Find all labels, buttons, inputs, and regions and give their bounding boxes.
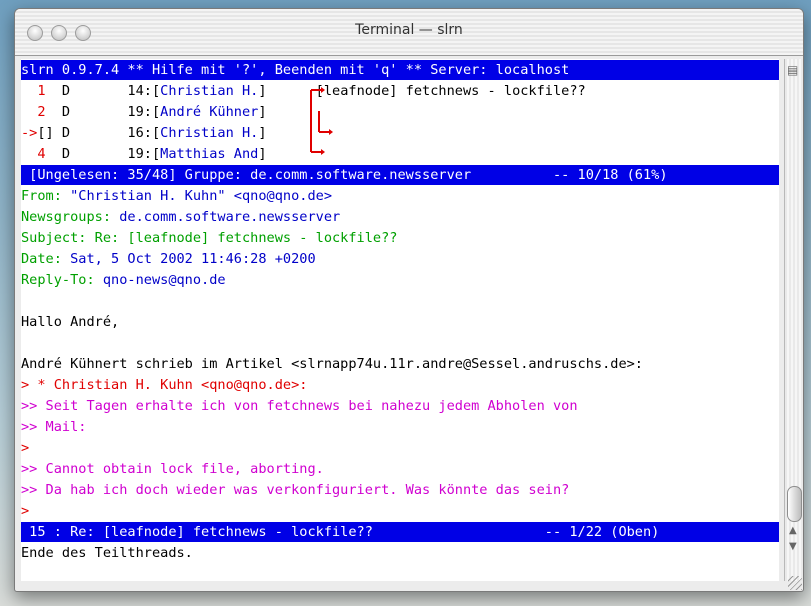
- terminal-line: ->[] D 16:[Christian H.]: [21, 123, 779, 143]
- text-segment: Christian H.: [160, 125, 259, 141]
- text-segment: From:: [21, 188, 71, 204]
- vertical-scrollbar[interactable]: ▤ ▲ ▼: [784, 59, 803, 581]
- text-segment: Subject: Re: [leafnode] fetchnews - lock…: [21, 230, 398, 246]
- text-segment: "Christian H. Kuhn" <qno@qno.de>: [70, 188, 333, 204]
- terminal-line: >> Mail:: [21, 417, 779, 437]
- text-segment: >> Da hab ich doch wieder was verkonfigu…: [21, 482, 570, 498]
- text-segment: Date:: [21, 251, 71, 267]
- text-segment: Sat, 5 Oct 2002 11:46:28 +0200: [70, 251, 316, 267]
- scroll-thumb[interactable]: [787, 486, 802, 522]
- terminal-line: From: "Christian H. Kuhn" <qno@qno.de>: [21, 186, 779, 206]
- text-segment: >> Cannot obtain lock file, aborting.: [21, 461, 324, 477]
- text-segment: D 19:[: [45, 146, 161, 162]
- text-segment: 4: [21, 146, 46, 162]
- terminal-line: >> Seit Tagen erhalte ich von fetchnews …: [21, 396, 779, 416]
- terminal-line: André Kühnert schrieb im Artikel <slrnap…: [21, 354, 779, 374]
- text-segment: >: [21, 503, 30, 519]
- terminal-line: Reply-To: qno-news@qno.de: [21, 270, 779, 290]
- resize-grip-icon[interactable]: [788, 576, 802, 590]
- text-segment: ]: [258, 146, 267, 162]
- text-segment: ] [leafnode] fetchnews - lockfile??: [258, 83, 586, 99]
- terminal-line: >> Da hab ich doch wieder was verkonfigu…: [21, 480, 779, 500]
- text-segment: André Kühner: [160, 104, 259, 120]
- terminal-line: Subject: Re: [leafnode] fetchnews - lock…: [21, 228, 779, 248]
- text-segment: Ende des Teilthreads.: [21, 545, 193, 561]
- text-segment: 15 : Re: [leafnode] fetchnews - lockfile…: [21, 524, 660, 540]
- text-segment: D 14:[: [45, 83, 161, 99]
- terminal-line: >: [21, 438, 779, 458]
- terminal-line: >> Cannot obtain lock file, aborting.: [21, 459, 779, 479]
- text-segment: >> Seit Tagen erhalte ich von fetchnews …: [21, 398, 578, 414]
- text-segment: Christian H.: [160, 83, 259, 99]
- terminal-line: 2 D 19:[André Kühner]: [21, 102, 779, 122]
- text-segment: [Ungelesen: 35/48] Gruppe: de.comm.softw…: [21, 167, 668, 183]
- terminal-line: Ende des Teilthreads.: [21, 543, 779, 563]
- text-segment: >> Mail:: [21, 419, 87, 435]
- text-segment: Matthias And: [160, 146, 259, 162]
- text-segment: de.comm.software.newsserver: [119, 209, 341, 225]
- terminal-line: Date: Sat, 5 Oct 2002 11:46:28 +0200: [21, 249, 779, 269]
- status-bar-line: 15 : Re: [leafnode] fetchnews - lockfile…: [21, 522, 779, 542]
- text-segment: 1: [21, 83, 46, 99]
- text-segment: D 19:[: [45, 104, 161, 120]
- text-segment: ]: [258, 125, 267, 141]
- window-title: Terminal — slrn: [355, 22, 463, 38]
- text-segment: Newsgroups:: [21, 209, 120, 225]
- terminal-line: 1 D 14:[Christian H.] [leafnode] fetchne…: [21, 81, 779, 101]
- text-segment: [] D 16:[: [37, 125, 161, 141]
- text-segment: ]: [258, 104, 267, 120]
- text-segment: slrn 0.9.7.4 ** Hilfe mit '?', Beenden m…: [21, 62, 570, 78]
- scroll-up-arrow-icon[interactable]: ▲: [789, 525, 797, 536]
- text-segment: qno-news@qno.de: [102, 272, 226, 288]
- thread-tree-graphic: [310, 87, 333, 155]
- text-segment: Reply-To:: [21, 272, 103, 288]
- text-segment: ->: [21, 125, 38, 141]
- terminal-window: Terminal — slrn slrn 0.9.7.4 ** Hilfe mi…: [14, 8, 804, 592]
- text-segment: > * Christian H. Kuhn <qno@qno.de>:: [21, 377, 308, 393]
- text-segment: >: [21, 440, 30, 456]
- title-bar[interactable]: Terminal — slrn: [15, 9, 803, 56]
- terminal-line: Newsgroups: de.comm.software.newsserver: [21, 207, 779, 227]
- text-segment: André Kühnert schrieb im Artikel <slrnap…: [21, 356, 643, 372]
- terminal-content[interactable]: slrn 0.9.7.4 ** Hilfe mit '?', Beenden m…: [21, 59, 779, 581]
- status-bar-line: slrn 0.9.7.4 ** Hilfe mit '?', Beenden m…: [21, 60, 779, 80]
- scroll-split-icon: ▤: [787, 63, 799, 77]
- text-segment: Hallo André,: [21, 314, 120, 330]
- text-segment: 2: [21, 104, 46, 120]
- terminal-line: > * Christian H. Kuhn <qno@qno.de>:: [21, 375, 779, 395]
- scroll-down-arrow-icon[interactable]: ▼: [789, 541, 797, 552]
- terminal-line: Hallo André,: [21, 312, 779, 332]
- terminal-line: 4 D 19:[Matthias And]: [21, 144, 779, 164]
- terminal-line: >: [21, 501, 779, 521]
- status-bar-line: [Ungelesen: 35/48] Gruppe: de.comm.softw…: [21, 165, 779, 185]
